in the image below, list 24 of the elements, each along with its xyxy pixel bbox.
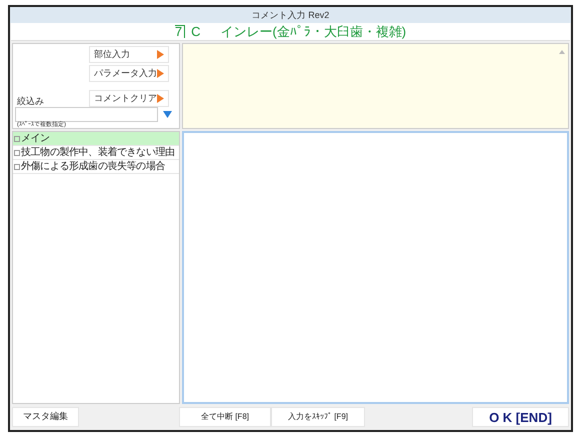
- skip-button[interactable]: 入力をｽｷｯﾌﾟ [F9]: [271, 407, 365, 427]
- filter-field[interactable]: [15, 107, 158, 122]
- side-button[interactable]: パラメータ入力: [89, 65, 169, 82]
- checkbox-icon: [14, 164, 20, 170]
- play-icon: [157, 50, 164, 59]
- ok-button[interactable]: O K [END]: [472, 407, 569, 427]
- treatment-name: インレー(金ﾊﾟﾗ・大臼歯・複雑): [220, 22, 406, 41]
- tooth-number: 7: [174, 25, 186, 38]
- list-item[interactable]: メイン: [13, 132, 179, 146]
- play-icon: [157, 69, 164, 78]
- play-icon: [157, 94, 164, 103]
- list-item[interactable]: 技工物の製作中、装着できない理由: [13, 146, 179, 160]
- treatment-code: C: [191, 22, 200, 41]
- scroll-up-icon[interactable]: [559, 50, 565, 54]
- cancel-all-button[interactable]: 全て中断 [F8]: [179, 407, 271, 427]
- master-edit-button[interactable]: マスタ編集: [12, 407, 79, 427]
- list-item[interactable]: 外傷による形成歯の喪失等の場合: [13, 160, 179, 174]
- side-button[interactable]: 部位入力: [89, 46, 169, 63]
- window-title: コメント入力 Rev2: [10, 7, 571, 23]
- checkbox-icon: [14, 136, 20, 142]
- filter-label: 絞込み: [17, 95, 44, 108]
- checkbox-icon: [14, 150, 20, 156]
- side-button[interactable]: コメントクリア: [89, 90, 169, 107]
- dropdown-icon[interactable]: [163, 111, 172, 118]
